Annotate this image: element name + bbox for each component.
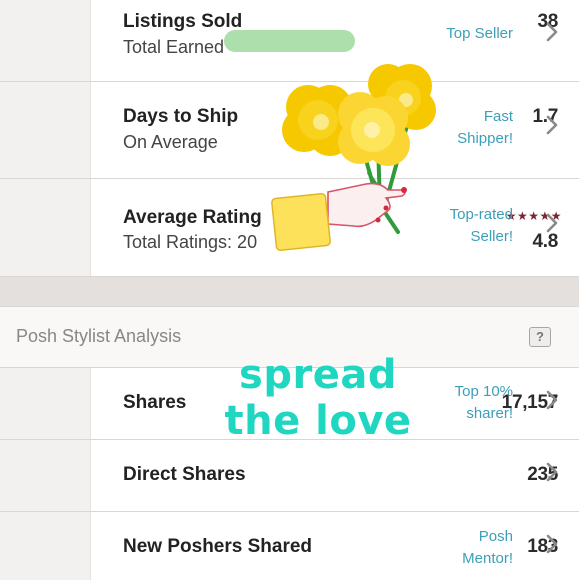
stat-badge: Posh Mentor! [462, 528, 513, 567]
chevron-right-icon [546, 115, 558, 135]
section-title: Posh Stylist Analysis [16, 326, 182, 346]
stylist-row-new-poshers-shared[interactable]: 183 New Poshers Shared Posh Mentor! [0, 512, 579, 580]
chevron-right-icon [546, 462, 558, 482]
stat-title: Shares [123, 392, 187, 413]
stat-number-cell [0, 368, 91, 439]
stat-title: New Poshers Shared [123, 536, 313, 557]
stat-number: 4.8 [532, 231, 558, 252]
stat-subtitle: Total Earned [123, 37, 225, 57]
stat-number-cell [0, 179, 91, 276]
redaction-scribble [224, 30, 355, 52]
stat-badge: Top-rated Seller! [449, 206, 513, 245]
stat-badge: Fast Shipper! [457, 108, 513, 147]
stat-subtitle: On Average [123, 132, 218, 152]
stat-number-cell [0, 512, 91, 580]
stat-number-cell [0, 82, 91, 178]
question-icon[interactable]: ? [529, 327, 551, 347]
flower-bouquet-sticker [271, 64, 436, 252]
chevron-right-icon [546, 534, 558, 554]
stat-subtitle: Total Ratings: 20 [123, 232, 258, 252]
stat-badge: Top 10% sharer! [454, 383, 513, 422]
stat-title: Direct Shares [123, 464, 246, 485]
stat-number-cell [0, 0, 91, 81]
stat-number-cell [0, 440, 91, 511]
stylist-row-direct-shares[interactable]: 235 Direct Shares [0, 440, 579, 512]
stat-title: Listings Sold [123, 11, 243, 32]
chevron-right-icon [546, 22, 558, 42]
stat-badge: Top Seller [446, 25, 513, 42]
chevron-right-icon [546, 390, 558, 410]
section-divider [0, 277, 579, 307]
stat-title: Days to Ship [123, 106, 239, 127]
stat-title: Average Rating [123, 207, 262, 228]
overlay-text: spread the love [224, 352, 412, 444]
chevron-right-icon [546, 213, 558, 233]
